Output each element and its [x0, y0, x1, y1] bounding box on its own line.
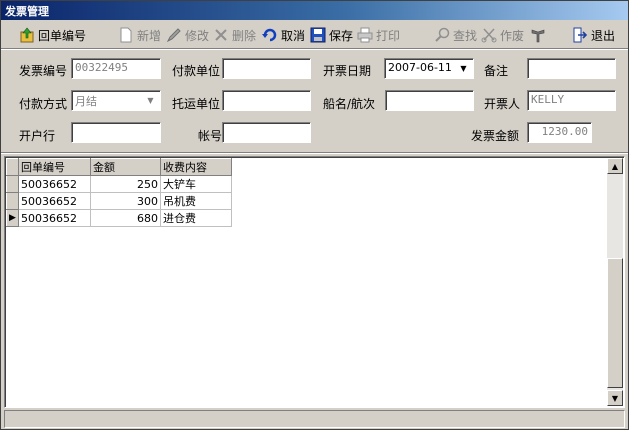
scroll-up-icon[interactable]: ▲ — [607, 158, 623, 174]
payer-field[interactable] — [222, 58, 311, 79]
pay-method-value: 月结 — [75, 95, 97, 108]
void-icon — [481, 27, 497, 43]
charges-table: 回单编号 金额 收费内容 50036652 250 大铲车 50036652 3… — [6, 158, 232, 227]
tool-button[interactable] — [530, 25, 546, 45]
edit-button[interactable]: 修改 — [166, 25, 209, 45]
cell-charge-item[interactable]: 大铲车 — [160, 175, 232, 193]
cell-receipt-no[interactable]: 50036652 — [18, 209, 91, 227]
vertical-scrollbar[interactable]: ▲ ▼ — [607, 158, 623, 406]
status-bar — [4, 410, 625, 428]
cell-amount[interactable]: 680 — [90, 209, 161, 227]
row-indicator[interactable] — [6, 175, 19, 193]
pay-method-label: 付款方式 — [19, 97, 68, 111]
edit-icon — [166, 27, 182, 43]
undo-icon — [262, 27, 278, 43]
col-charge-item[interactable]: 收费内容 — [160, 158, 232, 176]
cell-amount[interactable]: 250 — [90, 175, 161, 193]
consignor-field[interactable] — [222, 90, 311, 111]
vessel-field[interactable] — [385, 90, 474, 111]
grid-header-row: 回单编号 金额 收费内容 — [6, 158, 232, 176]
issue-date-value: 2007-06-11 — [388, 61, 452, 74]
cell-amount[interactable]: 300 — [90, 192, 161, 210]
consignor-label: 托运单位 — [172, 97, 221, 111]
find-icon — [434, 27, 450, 43]
toolbar-divider — [1, 48, 628, 50]
row-indicator[interactable] — [6, 192, 19, 210]
toolbar: 回单编号 新增 修改 删除 取消 保存 打印 查找 作废 退出 — [1, 22, 628, 48]
delete-button[interactable]: 删除 — [213, 25, 256, 45]
invoice-window: 发票管理 回单编号 新增 修改 删除 取消 保存 打印 查找 作废 退出 发票编… — [0, 0, 629, 430]
remark-label: 备注 — [484, 64, 509, 78]
issue-date-picker[interactable]: 2007-06-11 ▼ — [384, 58, 474, 79]
amount-field[interactable]: 1230.00 — [527, 122, 592, 143]
table-row[interactable]: 50036652 250 大铲车 — [6, 175, 232, 193]
payer-label: 付款单位 — [172, 64, 221, 78]
bank-field[interactable] — [71, 122, 161, 143]
save-icon — [310, 27, 326, 43]
col-amount[interactable]: 金额 — [90, 158, 161, 176]
exit-icon — [572, 27, 588, 43]
void-button[interactable]: 作废 — [481, 25, 524, 45]
receipt-no-button[interactable]: 回单编号 — [19, 25, 86, 45]
invoice-no-field[interactable]: 00322495 — [71, 58, 161, 79]
print-button[interactable]: 打印 — [357, 25, 400, 45]
col-receipt-no[interactable]: 回单编号 — [18, 158, 91, 176]
scroll-thumb[interactable] — [607, 258, 623, 388]
title-bar[interactable]: 发票管理 — [1, 1, 628, 20]
cell-charge-item[interactable]: 进仓费 — [160, 209, 232, 227]
folder-up-icon — [19, 27, 35, 43]
account-field[interactable] — [222, 122, 311, 143]
bank-label: 开户行 — [19, 129, 56, 143]
charges-grid[interactable]: 回单编号 金额 收费内容 50036652 250 大铲车 50036652 3… — [4, 156, 625, 408]
row-indicator-header — [6, 158, 19, 176]
invoice-no-label: 发票编号 — [19, 64, 68, 78]
amount-label: 发票金额 — [471, 129, 520, 143]
table-row[interactable]: 50036652 300 吊机费 — [6, 192, 232, 210]
remark-field[interactable] — [527, 58, 616, 79]
save-button[interactable]: 保存 — [310, 25, 353, 45]
find-button[interactable]: 查找 — [434, 25, 477, 45]
scroll-down-icon[interactable]: ▼ — [607, 390, 623, 406]
new-doc-icon — [118, 27, 134, 43]
cell-receipt-no[interactable]: 50036652 — [18, 192, 91, 210]
cell-receipt-no[interactable]: 50036652 — [18, 175, 91, 193]
cancel-button[interactable]: 取消 — [262, 25, 305, 45]
pay-method-select[interactable]: 月结 ▼ — [71, 90, 161, 111]
chevron-down-icon[interactable]: ▼ — [143, 93, 158, 108]
issue-date-label: 开票日期 — [323, 64, 372, 78]
new-button[interactable]: 新增 — [118, 25, 161, 45]
issuer-label: 开票人 — [484, 97, 521, 111]
vessel-label: 船名/航次 — [323, 97, 376, 111]
exit-button[interactable]: 退出 — [572, 25, 615, 45]
table-row[interactable]: ▶ 50036652 680 进仓费 — [6, 209, 232, 227]
form-divider — [1, 152, 628, 154]
issuer-field[interactable]: KELLY — [527, 90, 616, 111]
window-title: 发票管理 — [5, 5, 49, 18]
print-icon — [357, 27, 373, 43]
delete-icon — [213, 27, 229, 43]
cell-charge-item[interactable]: 吊机费 — [160, 192, 232, 210]
chevron-down-icon[interactable]: ▼ — [456, 61, 471, 76]
current-row-indicator[interactable]: ▶ — [6, 209, 19, 227]
tool-icon — [530, 27, 546, 43]
account-label: 帐号 — [198, 129, 223, 143]
